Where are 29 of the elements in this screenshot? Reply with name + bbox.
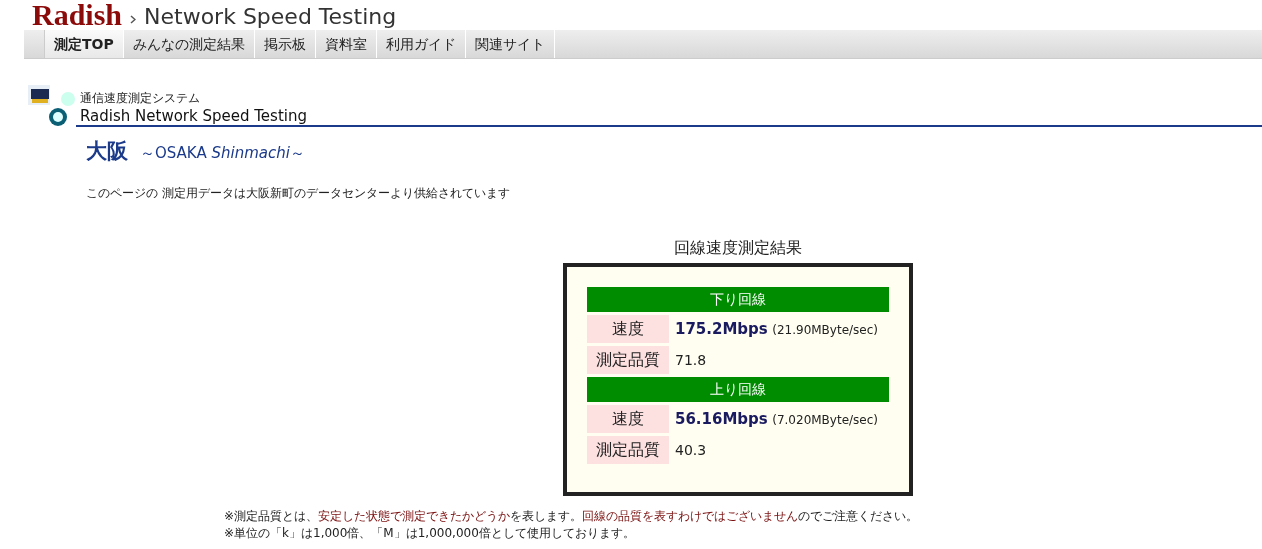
speed-detail: (21.90MByte/sec) xyxy=(772,323,878,337)
speed-detail: (7.020MByte/sec) xyxy=(772,413,878,427)
section-title: Radish Network Speed Testing xyxy=(80,107,308,125)
section-caption: 通信速度測定システム xyxy=(80,90,201,107)
location-subtitle: ～OSAKA Shinmachi～ xyxy=(140,144,305,163)
chevron-icon xyxy=(130,15,137,24)
quality-value: 40.3 xyxy=(675,442,707,458)
nav-tab[interactable]: 利用ガイド xyxy=(376,30,466,58)
site-title: Network Speed Testing xyxy=(144,4,397,29)
logo[interactable]: Radish xyxy=(32,0,123,30)
speed-value: 56.16Mbps xyxy=(675,410,768,428)
nav-tab[interactable]: 関連サイト xyxy=(465,30,555,58)
row-label: 速度 xyxy=(587,405,669,433)
group-heading: 上り回線 xyxy=(587,377,889,402)
footnote: ※測定品質とは、安定した状態で測定できたかどうかを表します。回線の品質を表すわけではございませんのでご注意ください。 xyxy=(224,508,920,525)
nav-tab[interactable]: みんなの測定結果 xyxy=(123,30,255,58)
results-title: 回線速度測定結果 xyxy=(674,238,802,259)
nav-tab[interactable]: 掲示板 xyxy=(254,30,316,58)
nav-tab[interactable]: 資料室 xyxy=(315,30,377,58)
location-name: 大阪 xyxy=(86,138,128,165)
row-label: 測定品質 xyxy=(587,436,669,464)
group-heading: 下り回線 xyxy=(587,287,889,312)
footnote: ※単位の「k」は1,000倍、「M」は1,000,000倍として使用しております。 xyxy=(224,525,636,542)
speed-value: 175.2Mbps xyxy=(675,320,768,338)
row-label: 測定品質 xyxy=(587,346,669,374)
row-label: 速度 xyxy=(587,315,669,343)
nav-tab[interactable]: 測定TOP xyxy=(44,30,124,58)
description: このページの 測定用データは大阪新町のデータセンターより供給されています xyxy=(86,185,511,202)
quality-value: 71.8 xyxy=(675,352,707,368)
